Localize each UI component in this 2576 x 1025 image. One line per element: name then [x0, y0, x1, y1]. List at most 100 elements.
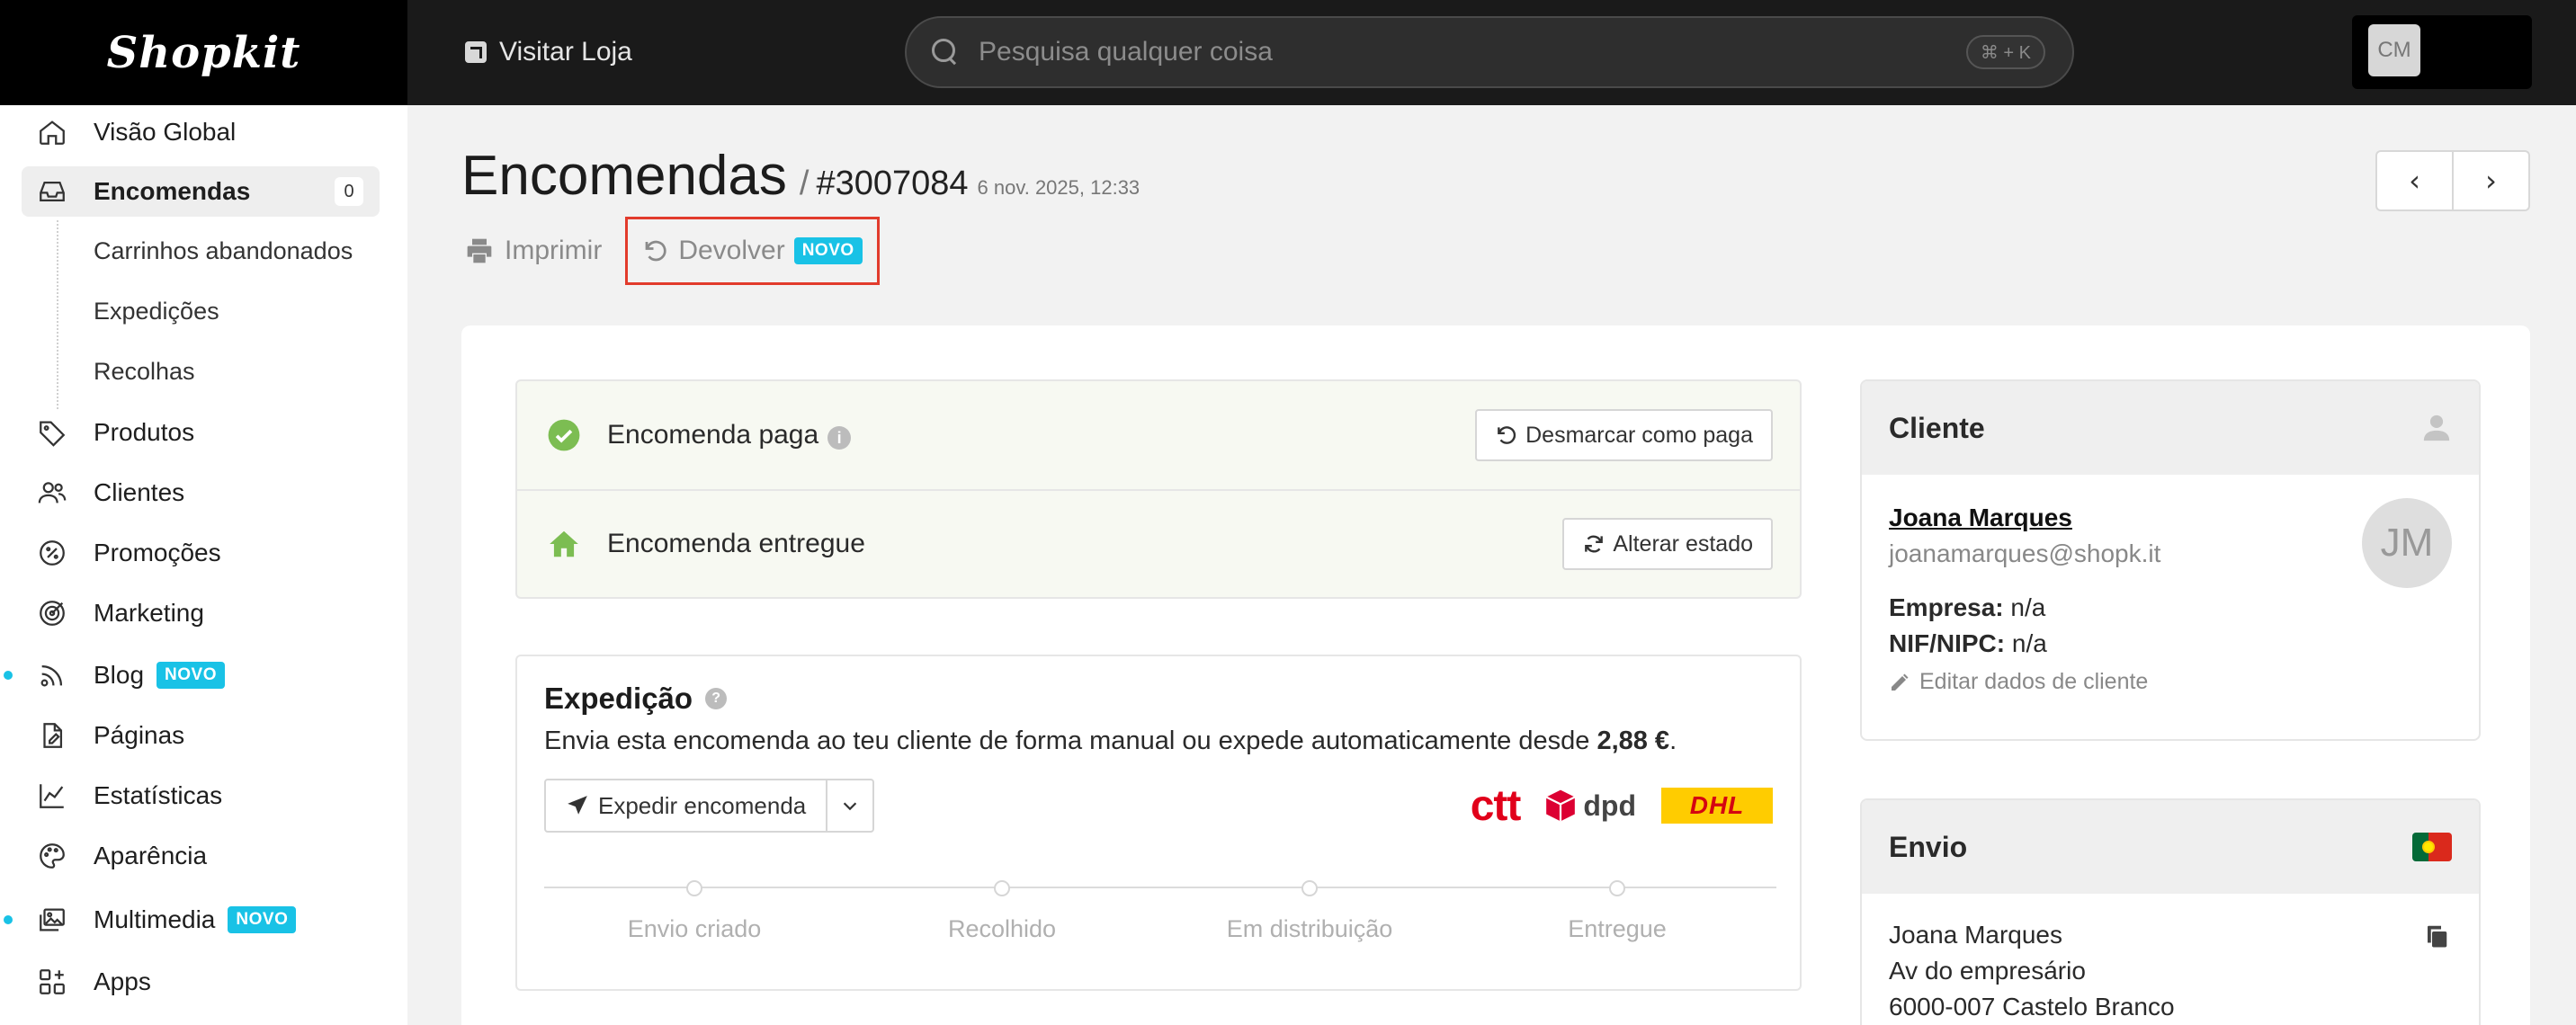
user-avatar[interactable]: CM: [2368, 24, 2420, 76]
delivery-status-text: Encomenda entregue: [607, 529, 865, 558]
sidebar-subitem-shipments[interactable]: Expedições: [94, 298, 219, 325]
sidebar-item-orders[interactable]: Encomendas 0: [22, 166, 380, 217]
printer-icon: [467, 238, 492, 263]
customer-nif: NIF/NIPC: n/a: [1889, 629, 2047, 658]
print-button[interactable]: Imprimir: [465, 236, 602, 266]
shipping-price: 2,88 €: [1597, 726, 1670, 755]
search-input[interactable]: [979, 37, 1878, 67]
user-icon: [2423, 414, 2450, 441]
change-status-button[interactable]: Alterar estado: [1562, 518, 1773, 570]
order-actions: Imprimir Devolver NOVO: [465, 217, 880, 285]
order-pager: ‹ ›: [2375, 150, 2530, 211]
ship-order-button[interactable]: Expedir encomenda: [546, 780, 828, 831]
palette-icon: [36, 840, 68, 872]
previous-order-button[interactable]: ‹: [2377, 152, 2454, 209]
edit-customer-link[interactable]: Editar dados de cliente: [1889, 669, 2148, 695]
customer-avatar: JM: [2362, 498, 2452, 588]
ship-options-dropdown[interactable]: [827, 780, 872, 831]
order-content: Encomenda paga i Desmarcar como paga Enco…: [461, 325, 2530, 1025]
chart-icon: [36, 780, 68, 812]
order-number: / #3007084: [800, 165, 969, 203]
sidebar-item-products[interactable]: Produtos: [22, 407, 380, 458]
shipping-description-text: Envia esta encomenda ao teu cliente de f…: [544, 726, 1590, 755]
inbox-icon: [36, 175, 68, 208]
sidebar-item-statistics[interactable]: Estatísticas: [22, 771, 380, 821]
tracking-step-label: Envio criado: [627, 915, 762, 942]
search-bar[interactable]: ⌘ + K: [905, 16, 2074, 88]
sidebar-item-label: Marketing: [94, 599, 204, 627]
delivery-address-line2: 6000-007 Castelo Branco: [1889, 993, 2175, 1021]
ctt-logo: ctt: [1470, 781, 1522, 830]
submenu-divider: [57, 220, 58, 409]
sidebar-item-label: Promoções: [94, 539, 221, 566]
tracking-step-dot: [1609, 880, 1625, 896]
tracking-step-label: Entregue: [1568, 915, 1667, 942]
undo-icon: [645, 240, 666, 262]
sidebar-item-multimedia[interactable]: Multimedia NOVO: [22, 895, 380, 945]
customer-card: Cliente Joana Marques joanamarques@shopk…: [1860, 379, 2481, 741]
blog-new-dot: [4, 671, 13, 680]
delivery-status-row: Encomenda entregue Alterar estado: [517, 489, 1800, 597]
sidebar-item-label: Visão Global: [94, 118, 237, 146]
shipping-description: Envia esta encomenda ao teu cliente de f…: [544, 726, 1677, 756]
discount-icon: [36, 537, 68, 569]
check-circle-icon: [546, 417, 582, 453]
sidebar-subitem-pickups[interactable]: Recolhas: [94, 358, 195, 386]
send-icon: [568, 796, 587, 815]
sidebar-item-customers[interactable]: Clientes: [22, 468, 380, 518]
sidebar-item-label: Páginas: [94, 721, 185, 749]
print-label: Imprimir: [505, 236, 603, 265]
sidebar-item-apps[interactable]: Apps: [22, 957, 380, 1007]
customer-name-link[interactable]: Joana Marques: [1889, 504, 2072, 532]
sidebar-item-label: Aparência: [94, 842, 208, 869]
brand-name: Shopkit: [106, 27, 301, 78]
unmark-paid-button[interactable]: Desmarcar como paga: [1475, 409, 1773, 461]
user-menu[interactable]: CM: [2352, 15, 2532, 89]
tracking-step-dot: [1301, 880, 1318, 896]
page-title: Encomendas / #3007084 6 nov. 2025, 12:33: [461, 144, 1140, 208]
sidebar-subitem-abandoned-carts[interactable]: Carrinhos abandonados: [94, 237, 353, 265]
page-title-text: Encomendas: [461, 145, 787, 207]
delivery-address-line1: Av do empresário: [1889, 957, 2086, 985]
chevron-down-icon: [844, 802, 857, 811]
customer-card-header: Cliente: [1862, 381, 2479, 475]
orders-count-badge: 0: [335, 177, 363, 206]
new-badge: NOVO: [157, 662, 225, 689]
new-badge: NOVO: [793, 237, 863, 264]
next-order-button[interactable]: ›: [2454, 152, 2528, 209]
sidebar-item-label: Clientes: [94, 478, 185, 506]
dpd-logo: dpd: [1543, 788, 1636, 824]
sidebar-item-appearance[interactable]: Aparência: [22, 831, 380, 881]
order-date: 6 nov. 2025, 12:33: [977, 176, 1140, 199]
page-icon: [36, 719, 68, 752]
dpd-cube-icon: [1546, 789, 1576, 822]
payment-status-label: Encomenda paga: [607, 420, 819, 450]
help-icon[interactable]: ?: [705, 688, 728, 709]
sidebar-item-blog[interactable]: Blog NOVO: [22, 650, 380, 700]
media-icon: [36, 904, 68, 936]
payment-status-text: Encomenda paga i: [607, 420, 852, 450]
customer-card-title: Cliente: [1889, 411, 1985, 444]
visit-store-link[interactable]: Visitar Loja: [465, 32, 632, 72]
title-separator: /: [799, 165, 809, 202]
new-badge: NOVO: [228, 906, 297, 933]
payment-status-row: Encomenda paga i Desmarcar como paga: [517, 381, 1800, 489]
copy-icon[interactable]: [2423, 922, 2450, 949]
apps-icon: [36, 966, 68, 998]
users-icon: [36, 477, 68, 509]
info-icon[interactable]: i: [827, 426, 852, 450]
broadcast-icon: [36, 659, 68, 691]
return-button[interactable]: Devolver NOVO: [625, 217, 880, 285]
brand-logo[interactable]: Shopkit: [0, 0, 407, 105]
sidebar-item-label: Produtos: [94, 418, 195, 446]
order-status-box: Encomenda paga i Desmarcar como paga Enco…: [515, 379, 1802, 599]
sidebar-item-pages[interactable]: Páginas: [22, 710, 380, 761]
sidebar-item-promotions[interactable]: Promoções: [22, 528, 380, 578]
shipping-price-suffix: .: [1669, 726, 1677, 755]
pencil-icon: [1892, 673, 1909, 691]
home-icon: [36, 116, 68, 148]
delivery-name: Joana Marques: [1889, 921, 2063, 949]
sidebar-item-marketing[interactable]: Marketing: [22, 588, 380, 638]
sidebar-item-overview[interactable]: Visão Global: [22, 107, 380, 157]
ship-order-button-group: Expedir encomenda: [544, 779, 875, 833]
